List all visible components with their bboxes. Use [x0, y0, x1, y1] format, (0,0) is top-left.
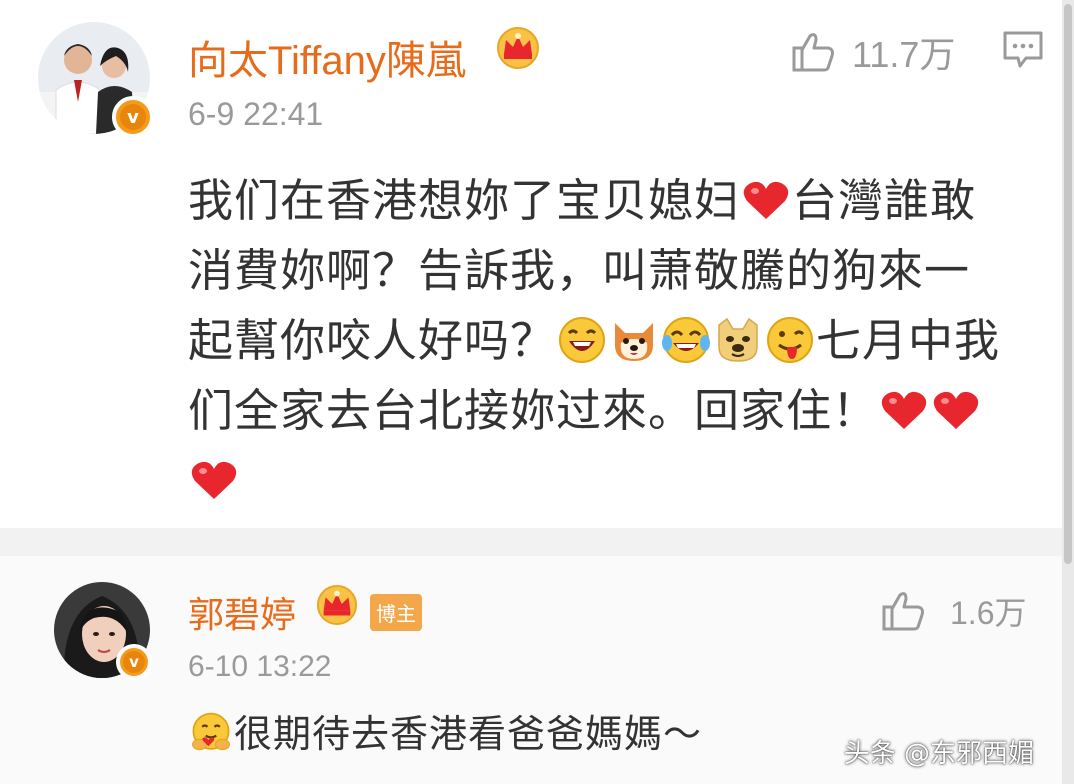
comment-reply-icon[interactable]	[1002, 30, 1044, 74]
watermark: 头条 @东邪西媚	[843, 739, 1034, 769]
weibo-comment-page: v 向太Tiffany陳嵐 6-9 22:41 11.7万 我们在香港想妳了宝贝…	[0, 0, 1074, 784]
doge-icon	[713, 315, 763, 365]
timestamp: 6-9 22:41	[188, 96, 324, 132]
username[interactable]: 郭碧婷	[188, 586, 296, 638]
crying-laughing-face-icon	[661, 315, 711, 365]
heart-icon	[741, 175, 791, 225]
comment-line: 消費妳啊？告訴我，叫萧敬騰的狗來一	[188, 244, 971, 297]
thumbs-up-icon	[790, 30, 836, 74]
shiba-dog-icon	[609, 315, 659, 365]
verified-v-icon: v	[112, 96, 154, 138]
tongue-out-face-icon	[765, 315, 815, 365]
like-count: 11.7万	[852, 34, 956, 75]
blogger-badge: 博主	[370, 594, 422, 631]
comment-line: 起幫你咬人好吗？ 七月中我	[188, 314, 1001, 367]
heart-icon	[931, 385, 981, 435]
comment-line: 们全家去台北接妳过來。回家住！	[188, 376, 1048, 446]
avatar[interactable]: v	[38, 22, 154, 138]
scrollbar-thumb[interactable]	[1064, 4, 1072, 564]
avatar[interactable]: v	[54, 582, 152, 680]
hugging-face-icon	[189, 711, 233, 755]
crown-icon	[494, 26, 542, 74]
comment-item: v 向太Tiffany陳嵐 6-9 22:41 11.7万 我们在香港想妳了宝贝…	[0, 0, 1062, 528]
comment-line	[188, 446, 1048, 516]
username[interactable]: 向太Tiffany陳嵐	[188, 28, 466, 86]
timestamp: 6-10 13:22	[188, 650, 332, 683]
comment-line: 我们在香港想妳了宝贝媳妇 台灣誰敢	[188, 174, 977, 227]
verified-v-icon: v	[116, 644, 152, 680]
heart-icon	[879, 385, 929, 435]
heart-icon	[189, 455, 239, 505]
like-count: 1.6万	[950, 595, 1027, 631]
like-button[interactable]: 11.7万	[790, 26, 955, 78]
like-button[interactable]: 1.6万	[880, 588, 1027, 634]
scrollbar[interactable]	[1062, 0, 1074, 784]
comment-item: v 郭碧婷 博主 6-10 13:22 1.6万 很期待去香港看爸爸媽媽～ 头条…	[0, 556, 1062, 784]
comment-body: 我们在香港想妳了宝贝媳妇 台灣誰敢 消費妳啊？告訴我，叫萧敬騰的狗來一 起幫你咬人…	[188, 166, 1048, 516]
thumbs-up-icon	[880, 589, 926, 633]
comment-divider	[0, 528, 1062, 556]
laughing-face-icon	[557, 315, 607, 365]
comment-body: 很期待去香港看爸爸媽媽～	[188, 706, 888, 762]
crown-icon	[314, 584, 360, 630]
